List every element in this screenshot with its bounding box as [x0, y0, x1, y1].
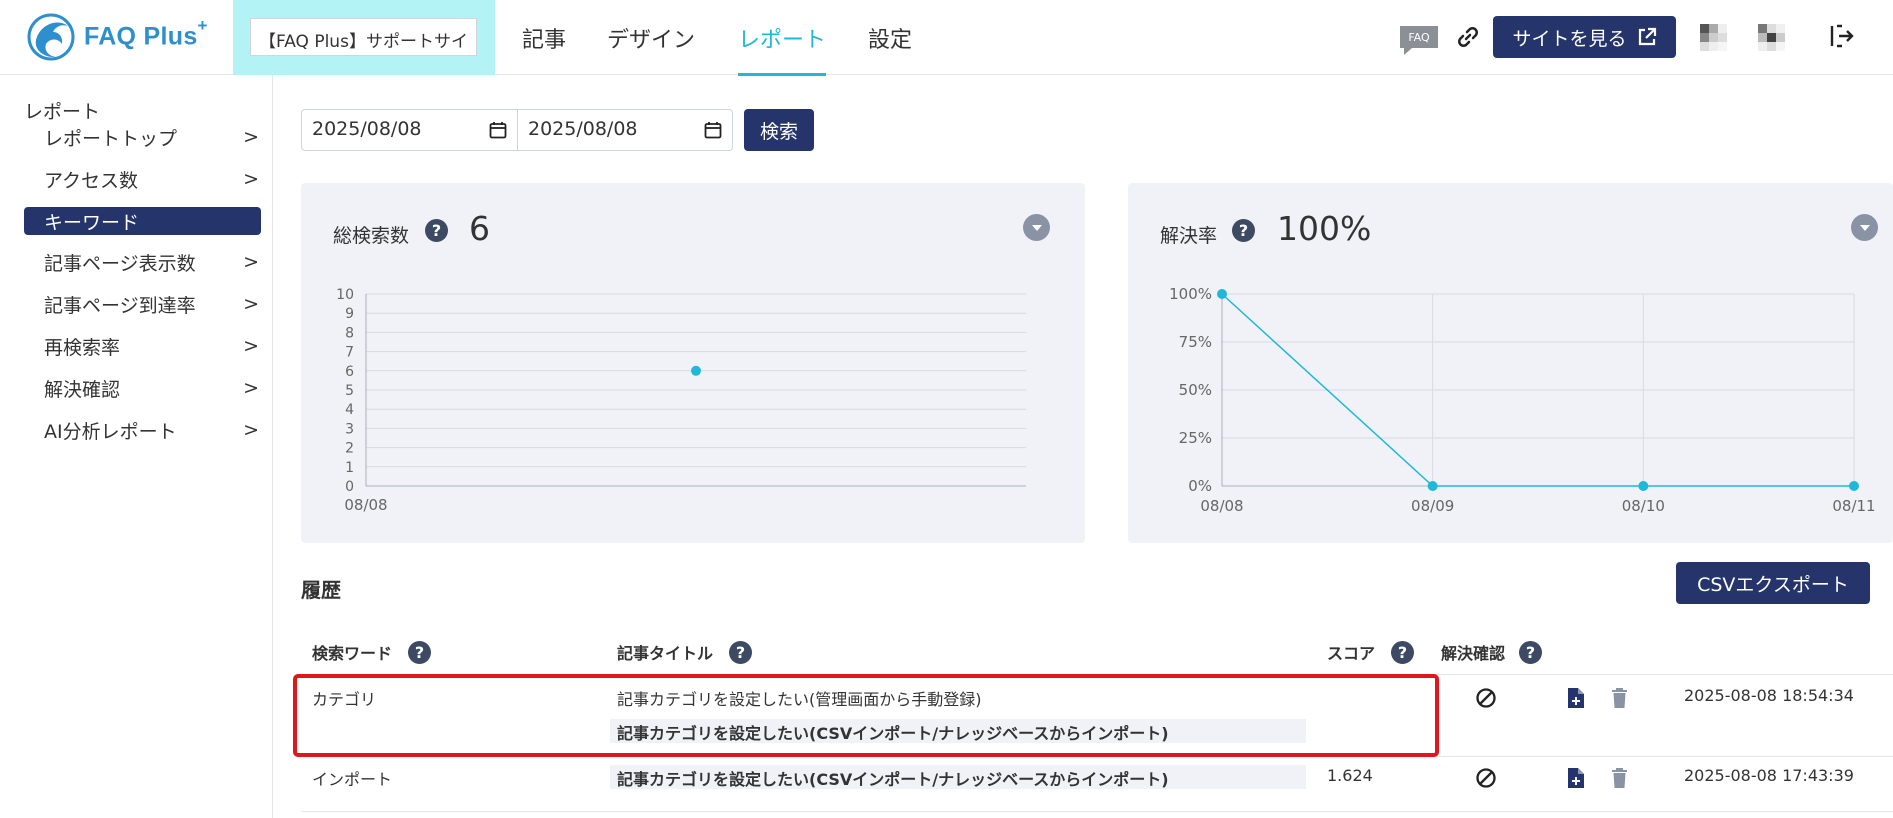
csv-export-button[interactable]: CSVエクスポート — [1676, 562, 1870, 604]
data-point — [691, 365, 701, 376]
chevron-right-icon: > — [243, 293, 259, 315]
add-article-icon[interactable] — [1567, 687, 1585, 709]
y-tick-label: 1 — [345, 460, 354, 476]
column-header-article-title: 記事タイトル? — [617, 640, 753, 664]
trash-icon[interactable] — [1611, 767, 1628, 789]
external-link-icon — [1638, 27, 1656, 46]
add-article-icon[interactable] — [1567, 767, 1585, 789]
help-icon[interactable]: ? — [729, 640, 753, 664]
calendar-icon[interactable] — [489, 121, 507, 139]
chevron-right-icon: > — [243, 419, 259, 441]
resolution-rate-card: 解決率 ? 100% 0% 25% 50% 75% 100% 08/08 08/09 08/1… — [1128, 183, 1893, 543]
nav-articles[interactable]: 記事 — [522, 0, 566, 75]
unresolved-icon — [1476, 768, 1496, 788]
y-tick-label: 100% — [1169, 285, 1212, 303]
score-cell: 1.624 — [1327, 766, 1373, 785]
sidebar-item-resolution[interactable]: 解決確認 > — [24, 373, 261, 403]
unresolved-icon — [1476, 688, 1496, 708]
user-avatar[interactable] — [1700, 24, 1727, 51]
column-header-resolution: 解決確認? — [1441, 640, 1543, 664]
y-tick-label: 25% — [1179, 429, 1212, 447]
sidebar-item-access[interactable]: アクセス数 > — [24, 164, 261, 194]
link-icon[interactable] — [1456, 25, 1480, 53]
y-tick-label: 3 — [345, 421, 354, 437]
y-tick-label: 9 — [345, 306, 354, 322]
y-tick-label: 7 — [345, 345, 354, 361]
faq-preview-icon[interactable]: FAQ — [1398, 24, 1440, 60]
view-site-button[interactable]: サイトを見る — [1493, 16, 1676, 58]
site-selector-area: 【FAQ Plus】サポートサイ — [233, 0, 495, 75]
sidebar-item-ai-report[interactable]: AI分析レポート > — [24, 415, 261, 445]
row-divider — [301, 811, 1893, 812]
calendar-icon[interactable] — [704, 121, 722, 139]
help-icon[interactable]: ? — [1519, 640, 1543, 664]
chevron-right-icon: > — [243, 126, 259, 148]
end-date-input[interactable]: 2025/08/08 — [517, 110, 732, 150]
data-point — [1849, 481, 1859, 491]
chevron-right-icon: > — [243, 168, 259, 190]
y-tick-label: 8 — [345, 325, 354, 341]
sidebar-item-keyword[interactable]: キーワード — [24, 207, 261, 235]
nav-settings[interactable]: 設定 — [868, 0, 912, 75]
x-tick-label: 08/08 — [1200, 497, 1243, 515]
x-tick-label: 08/10 — [1622, 497, 1665, 515]
chevron-right-icon: > — [243, 251, 259, 273]
resolution-rate-chart: 0% 25% 50% 75% 100% 08/08 08/09 08/10 08/11 — [1169, 285, 1876, 515]
nav-reports[interactable]: レポート — [738, 0, 827, 76]
sidebar-title: レポート — [24, 101, 101, 123]
column-header-score: スコア? — [1327, 640, 1415, 664]
y-tick-label: 2 — [345, 441, 354, 457]
total-search-chart: 0 1 2 3 4 5 6 7 8 9 10 08/08 — [336, 287, 1026, 514]
chevron-right-icon: > — [243, 335, 259, 357]
highlight-box — [293, 674, 1439, 757]
help-icon[interactable]: ? — [408, 640, 432, 664]
account-avatar[interactable] — [1758, 24, 1785, 51]
x-tick-label: 08/08 — [344, 496, 387, 514]
help-icon[interactable]: ? — [1391, 640, 1415, 664]
logout-icon[interactable] — [1828, 23, 1856, 53]
view-site-label: サイトを見る — [1512, 27, 1627, 50]
column-header-keyword: 検索ワード? — [312, 640, 432, 664]
data-point — [1427, 481, 1438, 491]
x-tick-label: 08/09 — [1411, 497, 1454, 515]
date-range: 2025/08/08 2025/08/08 — [301, 109, 733, 151]
y-tick-label: 4 — [345, 402, 354, 418]
article-title-link[interactable]: 記事カテゴリを設定したい(CSVインポート/ナレッジベースからインポート) — [617, 766, 1169, 790]
start-date-input[interactable]: 2025/08/08 — [302, 110, 517, 150]
data-point — [1217, 289, 1227, 299]
timestamp-cell: 2025-08-08 17:43:39 — [1684, 766, 1854, 785]
svg-text:FAQ: FAQ — [1408, 31, 1430, 44]
y-tick-label: 5 — [345, 383, 354, 399]
y-tick-label: 10 — [336, 287, 354, 303]
sidebar: レポート レポートトップ > アクセス数 > キーワード 記事ページ表示数 > 記事ペ… — [0, 75, 273, 818]
search-button[interactable]: 検索 — [744, 109, 814, 151]
sidebar-item-research-rate[interactable]: 再検索率 > — [24, 331, 261, 361]
y-tick-label: 50% — [1179, 381, 1212, 399]
faq-plus-logo[interactable]: FAQ Plus+ — [26, 10, 208, 62]
nav-design[interactable]: デザイン — [607, 0, 695, 75]
y-tick-label: 0 — [345, 479, 354, 495]
total-search-card: 総検索数 ? 6 0 1 2 3 4 5 6 7 8 9 10 08/08 — [301, 183, 1085, 543]
sidebar-item-report-top[interactable]: レポートトップ > — [24, 122, 261, 152]
dolphin-logo-icon — [27, 13, 75, 61]
timestamp-cell: 2025-08-08 18:54:34 — [1684, 686, 1854, 705]
y-tick-label: 0% — [1188, 477, 1212, 495]
history-title: 履歴 — [301, 578, 341, 602]
chevron-right-icon: > — [243, 377, 259, 399]
sidebar-item-article-reach[interactable]: 記事ページ到達率 > — [24, 289, 261, 319]
keyword-cell: インポート — [312, 770, 393, 789]
logo-text: FAQ Plus+ — [84, 16, 208, 51]
trash-icon[interactable] — [1611, 687, 1628, 709]
top-header: FAQ Plus+ 【FAQ Plus】サポートサイ 記事 デザイン レポート … — [0, 0, 1893, 76]
y-tick-label: 75% — [1179, 333, 1212, 351]
data-point — [1638, 481, 1649, 491]
site-selector[interactable]: 【FAQ Plus】サポートサイ — [250, 18, 477, 56]
sidebar-item-article-views[interactable]: 記事ページ表示数 > — [24, 247, 261, 277]
x-tick-label: 08/11 — [1832, 497, 1875, 515]
y-tick-label: 6 — [345, 364, 354, 380]
